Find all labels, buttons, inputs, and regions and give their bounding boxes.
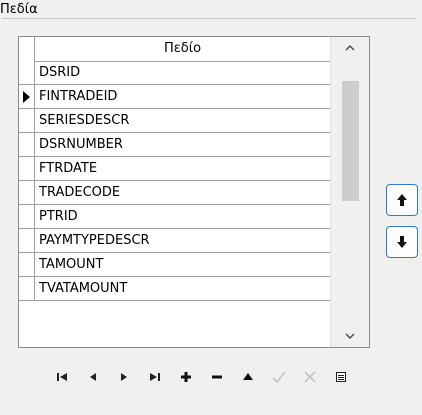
row-cell[interactable]: SERIESDESCR [35, 109, 331, 133]
refresh-button[interactable] [325, 362, 356, 392]
cancel-icon [303, 371, 316, 383]
vertical-scrollbar[interactable] [330, 37, 369, 347]
last-record-icon [149, 373, 160, 381]
row-cell[interactable]: FTRDATE [35, 157, 331, 181]
prior-record-button[interactable] [77, 362, 108, 392]
delete-icon [211, 375, 222, 379]
scroll-down-button[interactable] [331, 325, 369, 347]
row-indicator[interactable] [19, 253, 35, 277]
scrollbar-thumb[interactable] [342, 81, 359, 201]
chevron-up-icon [345, 45, 355, 51]
table-row[interactable]: PAYMTYPEDESCR [19, 229, 331, 253]
delete-record-button[interactable] [201, 362, 232, 392]
last-record-button[interactable] [139, 362, 170, 392]
row-indicator[interactable] [19, 277, 35, 301]
post-record-button[interactable] [263, 362, 294, 392]
row-indicator[interactable] [19, 181, 35, 205]
scroll-up-button[interactable] [331, 37, 369, 59]
row-cell[interactable]: FINTRADEID [35, 85, 331, 109]
row-cell[interactable]: DSRNUMBER [35, 133, 331, 157]
table-row[interactable]: TAMOUNT [19, 253, 331, 277]
header-indicator-cell [19, 37, 35, 61]
table-row[interactable]: SERIESDESCR [19, 109, 331, 133]
column-header-field[interactable]: Πεδίο [35, 37, 331, 61]
cancel-record-button[interactable] [294, 362, 325, 392]
insert-record-button[interactable] [170, 362, 201, 392]
insert-icon [180, 372, 191, 382]
row-indicator[interactable] [19, 229, 35, 253]
row-indicator[interactable] [19, 109, 35, 133]
row-indicator-current[interactable] [19, 85, 35, 109]
arrow-up-icon [397, 194, 407, 206]
row-cell[interactable]: TVATAMOUNT [35, 277, 331, 301]
table-row[interactable]: DSRNUMBER [19, 133, 331, 157]
grid-header: Πεδίο [19, 37, 331, 62]
row-cell[interactable]: PAYMTYPEDESCR [35, 229, 331, 253]
move-up-button[interactable] [386, 184, 418, 216]
edit-record-button[interactable] [232, 362, 263, 392]
next-record-icon [120, 373, 127, 381]
post-icon [271, 371, 286, 383]
table-row[interactable]: DSRID [19, 61, 331, 85]
grid-rows: DSRID FINTRADEID SERIESDESCR DSRNUMBER F… [19, 61, 331, 301]
first-record-button[interactable] [46, 362, 77, 392]
edit-icon [242, 373, 253, 380]
table-row[interactable]: TVATAMOUNT [19, 277, 331, 301]
row-cell[interactable]: DSRID [35, 61, 331, 85]
move-down-button[interactable] [386, 226, 418, 258]
row-indicator[interactable] [19, 133, 35, 157]
arrow-down-icon [397, 236, 407, 248]
row-cell[interactable]: PTRID [35, 205, 331, 229]
next-record-button[interactable] [108, 362, 139, 392]
table-row[interactable]: FINTRADEID [19, 85, 331, 109]
fields-grid[interactable]: Πεδίο DSRID FINTRADEID SERIESDESCR DSRNU… [18, 36, 370, 348]
refresh-icon [335, 372, 346, 382]
row-cell[interactable]: TRADECODE [35, 181, 331, 205]
first-record-icon [56, 373, 67, 381]
row-indicator[interactable] [19, 61, 35, 85]
table-row[interactable]: TRADECODE [19, 181, 331, 205]
prior-record-icon [89, 373, 96, 381]
row-indicator[interactable] [19, 205, 35, 229]
table-row[interactable]: PTRID [19, 205, 331, 229]
row-cell[interactable]: TAMOUNT [35, 253, 331, 277]
table-row[interactable]: FTRDATE [19, 157, 331, 181]
chevron-down-icon [345, 333, 355, 339]
group-label: Πεδία [0, 2, 38, 17]
navigator-toolbar [46, 362, 356, 392]
row-indicator[interactable] [19, 157, 35, 181]
